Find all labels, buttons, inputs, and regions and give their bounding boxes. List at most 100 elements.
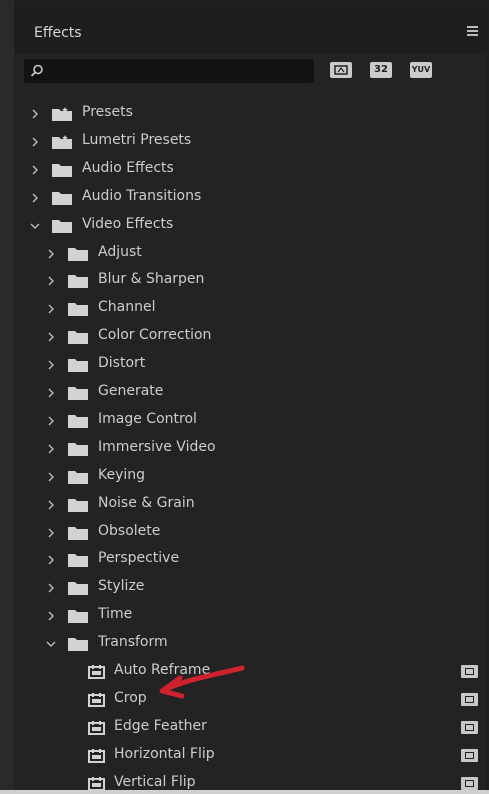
tree-subfolder-row[interactable]: Blur & Sharpen [14, 266, 486, 294]
folder-icon [68, 301, 88, 320]
tree-item-label: Vertical Flip [114, 773, 196, 790]
tree-item-label: Channel [98, 299, 156, 316]
tree-item-label: Audio Effects [82, 159, 174, 176]
tree-item-label: Video Effects [82, 215, 174, 232]
chevron-right-icon[interactable] [46, 273, 56, 287]
left-window-edge [0, 0, 14, 794]
folder-icon [68, 552, 88, 571]
tree-subfolder-row[interactable]: Generate [14, 378, 486, 406]
tree-item-label: Obsolete [98, 522, 161, 539]
panel-title: Effects [34, 25, 82, 41]
tree-folder-row[interactable]: Presets [14, 99, 486, 127]
tree-item-label: Audio Transitions [82, 187, 202, 204]
chevron-right-icon[interactable] [46, 246, 56, 260]
accelerated-effects-filter-button[interactable] [330, 62, 352, 78]
tree-item-label: Distort [98, 355, 146, 372]
tree-subfolder-row[interactable]: Adjust [14, 239, 486, 267]
tree-item-label: Crop [114, 689, 147, 706]
effect-icon [88, 692, 105, 711]
tree-item-label: Edge Feather [114, 717, 207, 734]
tree-effect-row[interactable]: Crop [14, 685, 486, 713]
tree-item-label: Blur & Sharpen [98, 271, 205, 288]
tree-item-label: Stylize [98, 578, 145, 595]
folder-icon [68, 608, 88, 627]
tree-item-label: Image Control [98, 410, 197, 427]
chevron-down-icon[interactable] [30, 218, 40, 232]
folder-icon [68, 246, 88, 265]
yuv-filter-button[interactable]: YUV [410, 62, 432, 78]
red-arrow-annotation [159, 665, 245, 699]
tree-subfolder-row[interactable]: Color Correction [14, 322, 486, 350]
tree-item-label: Time [98, 606, 133, 623]
accelerated-effect-icon [461, 748, 478, 762]
tree-item-label: Color Correction [98, 327, 212, 344]
chevron-right-icon[interactable] [46, 525, 56, 539]
tree-item-label: Adjust [98, 243, 142, 260]
effects-panel: Effects 32 YUV Presets Lumetri Presets Aud… [14, 6, 486, 794]
folder-icon [52, 218, 72, 237]
folder-icon [68, 469, 88, 488]
tree-subfolder-row[interactable]: Distort [14, 350, 486, 378]
chevron-right-icon[interactable] [46, 608, 56, 622]
tree-item-label: Transform [98, 634, 168, 651]
chevron-right-icon[interactable] [30, 162, 40, 176]
tree-item-label: Generate [98, 383, 164, 399]
tree-subfolder-row[interactable]: Channel [14, 294, 486, 322]
tree-folder-row[interactable]: Video Effects [14, 211, 486, 239]
chevron-right-icon[interactable] [46, 469, 56, 483]
tree-effect-row[interactable]: Edge Feather [14, 713, 486, 741]
effect-icon [88, 748, 105, 767]
tree-folder-row[interactable]: Audio Effects [14, 155, 486, 183]
tree-effect-row[interactable]: Auto Reframe [14, 657, 486, 685]
chevron-right-icon[interactable] [46, 413, 56, 427]
accelerated-icon [334, 65, 348, 75]
chevron-right-icon[interactable] [46, 552, 56, 566]
chevron-right-icon[interactable] [46, 385, 56, 399]
accelerated-effect-icon [461, 776, 478, 790]
tree-subfolder-row[interactable]: Keying [14, 462, 486, 490]
tree-folder-row[interactable]: Audio Transitions [14, 183, 486, 211]
folder-icon [68, 357, 88, 376]
folder-icon [68, 441, 88, 460]
bottom-edge [0, 790, 489, 794]
tree-subfolder-row-transform[interactable]: Transform [14, 629, 486, 657]
accelerated-effect-icon [461, 692, 478, 706]
chevron-right-icon[interactable] [46, 580, 56, 594]
tree-subfolder-row[interactable]: Noise & Grain [14, 490, 486, 518]
tree-subfolder-row[interactable]: Image Control [14, 406, 486, 434]
chevron-right-icon[interactable] [46, 441, 56, 455]
folder-icon [68, 580, 88, 599]
tree-subfolder-row[interactable]: Stylize [14, 573, 486, 601]
folder-icon [52, 162, 72, 181]
tree-folder-row[interactable]: Lumetri Presets [14, 127, 486, 155]
chevron-right-icon[interactable] [30, 106, 40, 120]
effect-icon [88, 664, 105, 683]
search-box[interactable] [24, 59, 314, 83]
tree-item-label: Noise & Grain [98, 494, 195, 511]
chevron-right-icon[interactable] [46, 357, 56, 371]
chevron-right-icon[interactable] [46, 329, 56, 343]
panel-header: Effects [14, 6, 486, 54]
tree-item-label: Keying [98, 466, 146, 483]
tree-item-label: Presets [82, 104, 133, 120]
panel-menu-icon[interactable] [467, 26, 478, 36]
chevron-right-icon[interactable] [46, 301, 56, 315]
tree-subfolder-row[interactable]: Time [14, 601, 486, 629]
chevron-right-icon[interactable] [30, 134, 40, 148]
search-input[interactable] [50, 62, 309, 82]
tree-subfolder-row[interactable]: Perspective [14, 545, 486, 573]
chevron-right-icon[interactable] [30, 190, 40, 204]
tree-item-label: Perspective [98, 550, 180, 567]
folder-icon [52, 190, 72, 209]
tree-subfolder-row[interactable]: Obsolete [14, 518, 486, 546]
folder-icon [68, 497, 88, 516]
preset-bin-icon [52, 134, 72, 153]
chevron-right-icon[interactable] [46, 497, 56, 511]
tree-effect-row[interactable]: Horizontal Flip [14, 741, 486, 769]
accelerated-effect-icon [461, 665, 478, 678]
effects-tree: Presets Lumetri Presets Audio Effects Audio… [14, 92, 486, 794]
tree-item-label: Immersive Video [98, 438, 216, 455]
tree-subfolder-row[interactable]: Immersive Video [14, 434, 486, 462]
32bit-filter-button[interactable]: 32 [370, 62, 392, 78]
chevron-down-icon[interactable] [46, 636, 56, 650]
